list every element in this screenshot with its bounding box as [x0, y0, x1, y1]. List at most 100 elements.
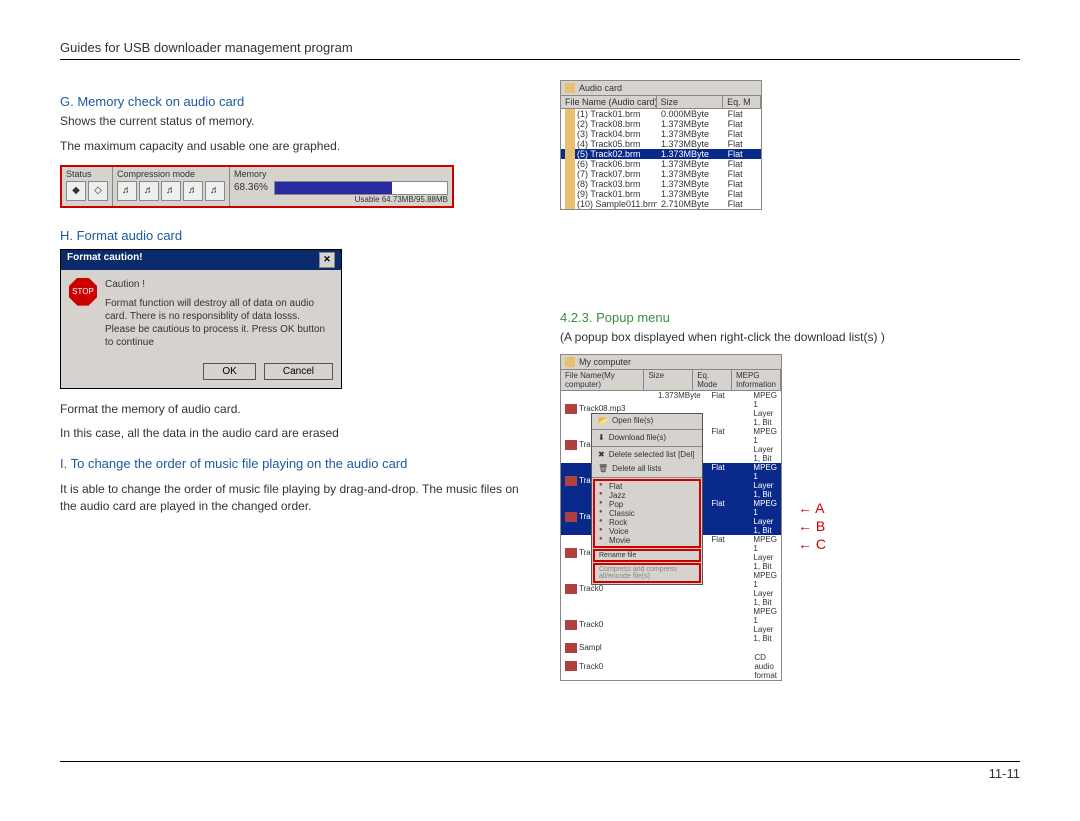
section-h-line2: In this case, all the data in the audio …	[60, 425, 520, 442]
section-g-line2: The maximum capacity and usable one are …	[60, 138, 520, 155]
table-row[interactable]: (3) Track04.brm1.373MByteFlat	[561, 129, 761, 139]
mycomputer-title: My computer	[579, 357, 631, 367]
table-row[interactable]: Sampl	[561, 643, 781, 653]
section-i-title: I. To change the order of music file pla…	[60, 456, 520, 471]
music-icon	[565, 643, 577, 653]
file-icon	[565, 139, 575, 149]
comp-icon-5[interactable]: ♬	[205, 181, 225, 201]
pw-col-eq[interactable]: Eq. Mode	[693, 370, 732, 390]
context-menu: 📂 Open file(s) ⬇ Download file(s) ✖ Dele…	[591, 413, 703, 585]
delete-all-icon: 🗑	[598, 464, 608, 473]
stop-icon: STOP	[69, 278, 97, 306]
cm-open[interactable]: 📂 Open file(s)	[592, 414, 702, 428]
delete-icon: ✖	[598, 450, 605, 459]
file-icon	[565, 129, 575, 139]
table-row[interactable]: (6) Track06.brm1.373MByteFlat	[561, 159, 761, 169]
cm-delete-all[interactable]: 🗑 Delete all lists	[592, 462, 702, 476]
audio-card-window: Audio card File Name (Audio card) Size E…	[560, 80, 762, 210]
cm-eq-item[interactable]: Classic	[595, 509, 699, 518]
table-row[interactable]: (5) Track02.brm1.373MByteFlat	[561, 149, 761, 159]
memory-label: Memory	[234, 169, 448, 179]
section-h-title: H. Format audio card	[60, 228, 520, 243]
music-icon	[565, 584, 577, 594]
section-i-body: It is able to change the order of music …	[60, 481, 520, 515]
table-row[interactable]: Track0CD audio format	[561, 653, 781, 680]
label-c: C	[798, 535, 826, 553]
cm-eq-item[interactable]: Rock	[595, 518, 699, 527]
file-icon	[565, 189, 575, 199]
music-icon	[565, 661, 577, 671]
label-a: A	[798, 499, 826, 517]
ok-button[interactable]: OK	[203, 363, 255, 380]
file-icon	[565, 159, 575, 169]
compression-label: Compression mode	[117, 169, 225, 179]
page-footer: 11-11	[60, 761, 1020, 781]
table-row[interactable]: Track0MPEG 1 Layer 1, Bit	[561, 607, 781, 643]
music-icon	[565, 512, 577, 522]
cm-download[interactable]: ⬇ Download file(s)	[592, 431, 702, 445]
label-b: B	[798, 517, 826, 535]
comp-icon-3[interactable]: ♬	[161, 181, 181, 201]
col-filename[interactable]: File Name (Audio card)	[561, 96, 657, 108]
dialog-caution: Caution !	[105, 278, 333, 291]
table-row[interactable]: (2) Track08.brm1.373MByteFlat	[561, 119, 761, 129]
cancel-button[interactable]: Cancel	[264, 363, 333, 380]
cm-delete-selected[interactable]: ✖ Delete selected list [Del]	[592, 448, 702, 462]
section-423-body: (A popup box displayed when right-click …	[560, 329, 1020, 346]
file-icon	[565, 109, 575, 119]
file-icon	[565, 149, 575, 159]
status-label: Status	[66, 169, 108, 179]
music-icon	[565, 440, 577, 450]
table-row[interactable]: (1) Track01.brm0.000MByteFlat	[561, 109, 761, 119]
memory-bar	[274, 181, 448, 195]
comp-icon-4[interactable]: ♬	[183, 181, 203, 201]
file-icon	[565, 179, 575, 189]
pw-col-mpeg[interactable]: MEPG Information	[732, 370, 781, 390]
cm-eq-item[interactable]: Pop	[595, 500, 699, 509]
folder-icon	[565, 83, 575, 93]
pw-col-name[interactable]: File Name(My computer)	[561, 370, 644, 390]
memory-usable: Usable 64.73MB/95.88MB	[234, 195, 448, 204]
table-row[interactable]: (9) Track01.brm1.373MByteFlat	[561, 189, 761, 199]
table-row[interactable]: (10) Sample011.brm2.710MByteFlat	[561, 199, 761, 209]
memory-toolbar: Status ◆ ◇ Compression mode ♬ ♬ ♬ ♬ ♬ Me…	[60, 165, 454, 208]
cm-rename[interactable]: Rename file	[593, 549, 701, 562]
music-icon	[565, 476, 577, 486]
arrow-labels: A B C	[798, 499, 826, 554]
status-icon-2[interactable]: ◇	[88, 181, 108, 201]
format-dialog: Format caution! ✕ STOP Caution ! Format …	[60, 249, 342, 389]
col-eq[interactable]: Eq. M	[723, 96, 761, 108]
cm-eq-submenu: FlatJazzPopClassicRockVoiceMovie	[593, 479, 701, 548]
col-size[interactable]: Size	[657, 96, 724, 108]
comp-icon-1[interactable]: ♬	[117, 181, 137, 201]
comp-icon-2[interactable]: ♬	[139, 181, 159, 201]
mycomputer-window: My computer File Name(My computer) Size …	[560, 354, 782, 681]
cm-eq-item[interactable]: Jazz	[595, 491, 699, 500]
file-icon	[565, 199, 575, 209]
table-row[interactable]: (8) Track03.brm1.373MByteFlat	[561, 179, 761, 189]
section-h-line1: Format the memory of audio card.	[60, 401, 520, 418]
dialog-title: Format caution!	[67, 252, 143, 268]
table-row[interactable]: (4) Track05.brm1.373MByteFlat	[561, 139, 761, 149]
music-icon	[565, 620, 577, 630]
folder-icon	[565, 357, 575, 367]
download-icon: ⬇	[598, 433, 605, 442]
table-row[interactable]: (7) Track07.brm1.373MByteFlat	[561, 169, 761, 179]
section-423-title: 4.2.3. Popup menu	[560, 310, 1020, 325]
dialog-body: Format function will destroy all of data…	[105, 297, 333, 349]
cm-eq-item[interactable]: Voice	[595, 527, 699, 536]
close-icon[interactable]: ✕	[319, 252, 335, 268]
audio-card-title: Audio card	[579, 83, 622, 93]
cm-eq-item[interactable]: Movie	[595, 536, 699, 545]
file-icon	[565, 119, 575, 129]
status-icon-1[interactable]: ◆	[66, 181, 86, 201]
open-icon: 📂	[598, 416, 608, 425]
file-icon	[565, 169, 575, 179]
page-header: Guides for USB downloader management pro…	[60, 40, 1020, 60]
cm-compress: Compress and compress all/encode file(s)	[593, 563, 701, 583]
cm-eq-item[interactable]: Flat	[595, 482, 699, 491]
section-g-title: G. Memory check on audio card	[60, 94, 520, 109]
music-icon	[565, 404, 577, 414]
section-g-line1: Shows the current status of memory.	[60, 113, 520, 130]
pw-col-size[interactable]: Size	[644, 370, 693, 390]
